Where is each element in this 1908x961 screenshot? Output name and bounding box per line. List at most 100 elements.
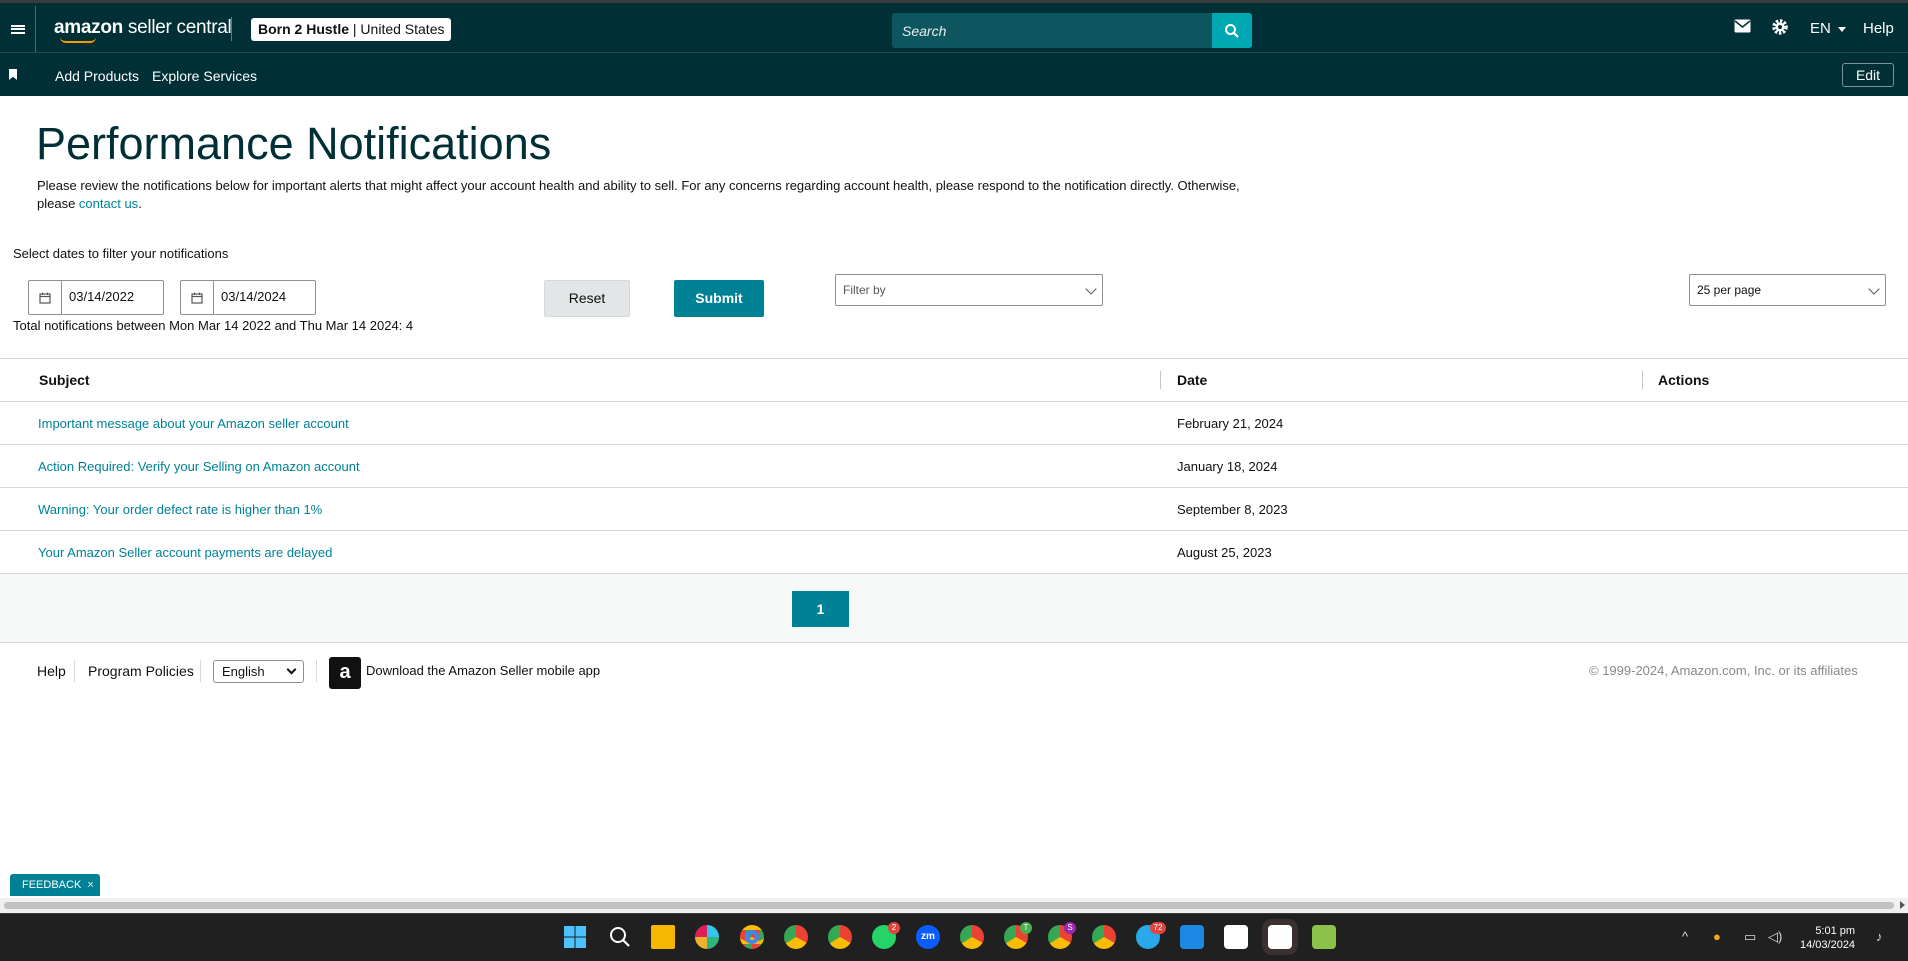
reset-button[interactable]: Reset — [544, 280, 630, 317]
file-explorer-icon[interactable] — [651, 925, 675, 949]
table-row: Warning: Your order defect rate is highe… — [0, 487, 1908, 531]
edit-button[interactable]: Edit — [1842, 63, 1894, 87]
search-button[interactable] — [1212, 13, 1252, 48]
intro-end: . — [138, 196, 142, 211]
start-date-input[interactable] — [69, 289, 159, 304]
page-title: Performance Notifications — [36, 118, 552, 169]
chevron-down-icon — [1085, 283, 1097, 295]
actions-cell — [1642, 530, 1908, 574]
language-label: EN — [1810, 20, 1831, 37]
volume-icon[interactable]: ◁) — [1768, 929, 1782, 945]
chrome-icon[interactable] — [828, 925, 852, 949]
contact-us-link[interactable]: contact us — [79, 196, 138, 211]
submit-button[interactable]: Submit — [674, 280, 764, 317]
search-input[interactable] — [892, 13, 1212, 48]
nav-explore-services[interactable]: Explore Services — [152, 68, 257, 84]
r-app-icon[interactable] — [1180, 925, 1204, 949]
bookmark-icon[interactable] — [9, 69, 17, 80]
subject-cell: Your Amazon Seller account payments are … — [0, 530, 1160, 574]
notifications-table: Subject Date Actions Important message a… — [0, 358, 1908, 574]
calendar-icon[interactable] — [29, 281, 62, 314]
footer-help-link[interactable]: Help — [37, 663, 66, 679]
amazon-seller-central-logo[interactable]: amazon seller central — [54, 17, 232, 43]
footer: Help Program Policies English a Download… — [0, 643, 1908, 699]
download-app-link[interactable]: Download the Amazon Seller mobile app — [366, 663, 600, 678]
scroll-right-arrow-icon[interactable] — [1900, 901, 1905, 909]
start-date-picker[interactable] — [28, 280, 164, 315]
table-header-row: Subject Date Actions — [0, 358, 1908, 402]
footer-language-value: English — [222, 664, 265, 679]
windows-taskbar: 2 zm T S 72 ^ ● ▭ ◁) 5:01 pm 14/03/2024 … — [0, 913, 1908, 961]
zoom-icon[interactable]: zm — [916, 925, 940, 949]
notification-link[interactable]: Important message about your Amazon sell… — [38, 416, 349, 431]
end-date-picker[interactable] — [180, 280, 316, 315]
notification-link[interactable]: Warning: Your order defect rate is highe… — [38, 502, 322, 517]
help-link[interactable]: Help — [1863, 20, 1894, 37]
chrome-icon[interactable] — [740, 925, 764, 949]
date-cell: August 25, 2023 — [1160, 530, 1642, 574]
subject-cell: Action Required: Verify your Selling on … — [0, 444, 1160, 488]
copyright: © 1999-2024, Amazon.com, Inc. or its aff… — [1589, 663, 1858, 678]
table-row: Important message about your Amazon sell… — [0, 401, 1908, 445]
hamburger-menu-icon[interactable] — [0, 6, 36, 52]
chrome-icon[interactable] — [1092, 925, 1116, 949]
footer-program-policies-link[interactable]: Program Policies — [88, 663, 194, 679]
filter-by-dropdown[interactable]: Filter by — [835, 274, 1103, 306]
footer-language-select[interactable]: English — [213, 660, 304, 683]
clock[interactable]: 5:01 pm 14/03/2024 — [1800, 924, 1855, 952]
subject-cell: Warning: Your order defect rate is highe… — [0, 487, 1160, 531]
capcut-icon[interactable] — [1224, 925, 1248, 949]
page-button-1[interactable]: 1 — [792, 591, 849, 627]
chrome-icon[interactable] — [960, 925, 984, 949]
column-header-subject[interactable]: Subject — [0, 358, 1160, 402]
subject-cell: Important message about your Amazon sell… — [0, 401, 1160, 445]
feedback-tab[interactable]: FEEDBACK × — [10, 874, 100, 896]
slack-icon[interactable] — [695, 925, 719, 949]
gear-icon[interactable] — [1771, 18, 1789, 40]
per-page-dropdown[interactable]: 25 per page — [1689, 274, 1886, 306]
search-icon[interactable] — [608, 925, 632, 949]
notification-bell-icon[interactable]: ♪ — [1876, 929, 1883, 944]
intro-text: Please review the notifications below fo… — [37, 178, 1240, 211]
date-cell: January 18, 2024 — [1160, 444, 1642, 488]
column-divider — [1160, 371, 1161, 389]
pagination: 1 — [0, 574, 1908, 643]
search-bar — [892, 13, 1252, 48]
scrollbar-thumb[interactable] — [4, 902, 1894, 909]
logo-text-seller-central: seller central — [122, 17, 232, 38]
language-selector[interactable]: EN — [1810, 20, 1847, 37]
column-header-date[interactable]: Date — [1160, 358, 1642, 402]
chevron-down-icon — [286, 664, 297, 675]
notification-link[interactable]: Action Required: Verify your Selling on … — [38, 459, 360, 474]
column-divider — [1642, 371, 1643, 389]
divider — [231, 17, 232, 41]
chrome-icon[interactable] — [784, 925, 808, 949]
amazon-app-icon[interactable]: a — [329, 657, 361, 689]
column-header-actions: Actions — [1642, 358, 1908, 402]
per-page-value: 25 per page — [1697, 283, 1762, 297]
total-notifications: Total notifications between Mon Mar 14 2… — [13, 318, 414, 333]
actions-cell — [1642, 401, 1908, 445]
calendar-icon[interactable] — [181, 281, 214, 314]
table-row: Action Required: Verify your Selling on … — [0, 444, 1908, 488]
network-icon[interactable]: ▭ — [1744, 929, 1756, 945]
clock-time: 5:01 pm — [1815, 925, 1856, 937]
profile-badge: S — [1064, 922, 1076, 934]
page-intro: Please review the notifications below fo… — [37, 177, 1277, 213]
nav-add-products[interactable]: Add Products — [55, 68, 139, 84]
chevron-up-icon[interactable]: ^ — [1682, 929, 1688, 944]
date-cell: September 8, 2023 — [1160, 487, 1642, 531]
mail-icon[interactable] — [1734, 19, 1751, 37]
app-icon[interactable] — [1312, 925, 1336, 949]
horizontal-scrollbar[interactable] — [0, 898, 1908, 913]
end-date-input[interactable] — [221, 289, 311, 304]
windows-start-icon[interactable] — [563, 925, 587, 949]
capcut-icon[interactable] — [1268, 925, 1292, 949]
secondary-navbar: Add Products Explore Services Edit — [0, 52, 1908, 96]
account-switcher[interactable]: Born 2 Hustle | United States — [251, 18, 452, 41]
microphone-icon[interactable]: ● — [1713, 929, 1721, 944]
notification-link[interactable]: Your Amazon Seller account payments are … — [38, 545, 332, 560]
clock-date: 14/03/2024 — [1800, 939, 1856, 951]
chevron-down-icon — [1838, 26, 1847, 32]
close-icon[interactable]: × — [87, 879, 93, 891]
